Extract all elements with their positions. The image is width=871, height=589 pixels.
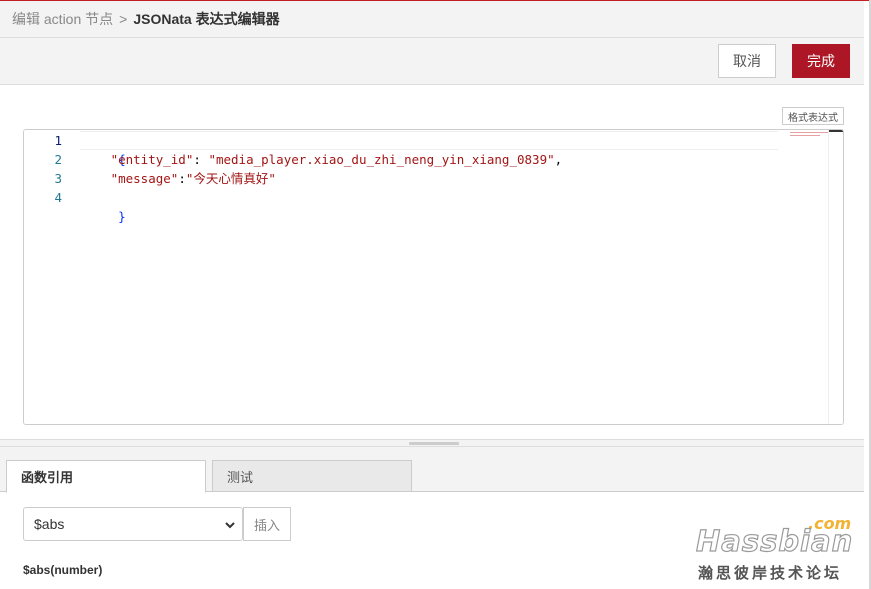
- minimap-line: [790, 132, 828, 133]
- breadcrumb-current: JSONata 表达式编辑器: [133, 11, 280, 27]
- json-colon: :: [178, 171, 186, 186]
- code-line[interactable]: }: [88, 188, 126, 224]
- function-select-value: $abs: [34, 516, 65, 532]
- tab-function-reference[interactable]: 函数引用: [6, 460, 206, 493]
- format-expression-button[interactable]: 格式表达式: [782, 107, 844, 125]
- json-key: "entity_id": [110, 152, 194, 167]
- chevron-down-icon: [225, 522, 235, 529]
- watermark-name: Hassbian: [695, 523, 854, 558]
- bottom-tabs: 函数引用 测试: [0, 447, 864, 493]
- tab-test[interactable]: 测试: [212, 460, 412, 492]
- line-number: 2: [54, 152, 62, 167]
- done-button[interactable]: 完成: [792, 44, 850, 78]
- json-value: "media_player.xiao_du_zhi_neng_yin_xiang…: [208, 152, 555, 167]
- json-key: "message": [110, 171, 179, 186]
- minimap-line: [790, 135, 820, 136]
- line-number: 3: [54, 171, 62, 186]
- close-brace: }: [118, 209, 126, 224]
- panel-splitter[interactable]: [0, 439, 864, 447]
- code-line[interactable]: {: [88, 131, 126, 167]
- watermark-subtitle: 瀚思彼岸技术论坛: [698, 564, 843, 582]
- editor-scrollbar[interactable]: [828, 130, 843, 424]
- breadcrumb: 编辑 action 节点 > JSONata 表达式编辑器: [0, 1, 864, 38]
- dialog-toolbar: 取消 完成: [0, 38, 864, 85]
- expression-editor[interactable]: 1 2 3 4 { "entity_id": "media_player.xia…: [23, 129, 844, 425]
- breadcrumb-separator: >: [119, 11, 128, 27]
- site-watermark-logo: .com Hassbian 瀚思彼岸技术论坛: [692, 514, 857, 584]
- breadcrumb-parent[interactable]: 编辑 action 节点: [12, 9, 113, 29]
- line-number: 1: [54, 133, 62, 148]
- current-line-highlight: [80, 131, 778, 150]
- scrollbar-cursor-marker: [829, 130, 843, 132]
- json-value: "今天心情真好": [185, 171, 276, 186]
- line-number-gutter: 1 2 3 4: [24, 130, 80, 424]
- json-colon: :: [193, 152, 209, 167]
- function-signature: $abs(number): [23, 563, 103, 577]
- line-number: 4: [54, 190, 62, 205]
- json-comma: ,: [554, 152, 563, 167]
- insert-button[interactable]: 插入: [243, 507, 291, 541]
- code-line[interactable]: "message":"今天心情真好": [88, 169, 276, 188]
- code-line[interactable]: "entity_id": "media_player.xiao_du_zhi_n…: [88, 150, 563, 169]
- drag-handle-icon[interactable]: [409, 442, 459, 445]
- function-select[interactable]: $abs: [23, 507, 243, 541]
- editor-minimap[interactable]: [786, 130, 828, 424]
- cancel-button[interactable]: 取消: [718, 44, 776, 78]
